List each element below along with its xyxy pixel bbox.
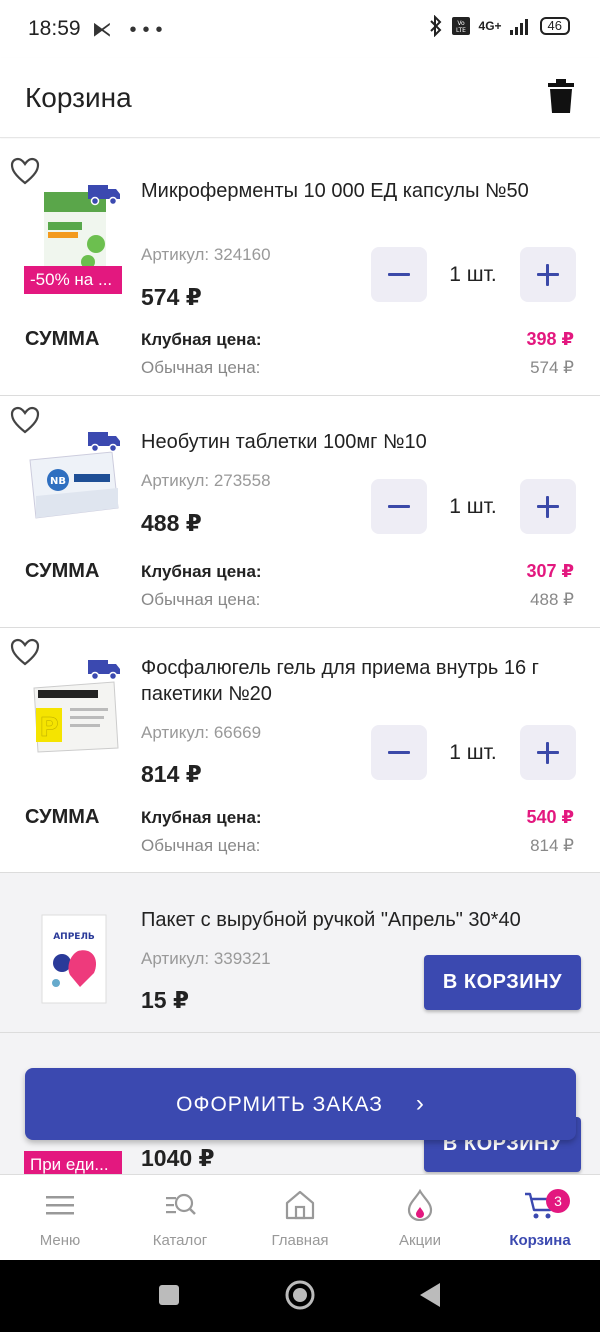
regular-price: 814 ₽ bbox=[530, 836, 574, 855]
recent-apps-icon[interactable] bbox=[158, 1284, 180, 1306]
nav-label: Меню bbox=[39, 1232, 81, 1249]
product-sku: Артикул: 339321 bbox=[141, 949, 271, 968]
quantity-value: 1 шт. bbox=[449, 495, 497, 518]
sum-label: СУММА bbox=[25, 328, 100, 350]
system-nav-bar bbox=[0, 1260, 600, 1332]
quantity-minus-button[interactable] bbox=[371, 247, 427, 302]
product-title[interactable]: Микроферменты 10 000 ЕД капсулы №50 bbox=[141, 178, 561, 204]
bottom-nav: Меню Каталог Главная Акции 3 Корзина bbox=[0, 1174, 600, 1260]
club-price-label: Клубная цена: bbox=[141, 808, 262, 827]
page-header: Корзина bbox=[0, 58, 600, 138]
nav-cart[interactable]: 3 Корзина bbox=[480, 1175, 600, 1261]
status-time: 18:59 bbox=[28, 17, 81, 40]
svg-text:P: P bbox=[39, 713, 58, 743]
product-sku: Артикул: 66669 bbox=[141, 723, 262, 742]
club-price-label: Клубная цена: bbox=[141, 330, 262, 349]
home-icon bbox=[285, 1190, 315, 1220]
regular-price-label: Обычная цена: bbox=[141, 358, 261, 377]
nav-label: Главная bbox=[271, 1232, 329, 1249]
quantity-plus-button[interactable] bbox=[520, 725, 576, 780]
product-title[interactable]: Пакет с вырубной ручкой "Апрель" 30*40 bbox=[141, 907, 561, 933]
product-price: 15 ₽ bbox=[141, 987, 189, 1013]
quantity-value: 1 шт. bbox=[449, 263, 497, 286]
quantity-minus-button[interactable] bbox=[371, 479, 427, 534]
product-sku: Артикул: 273558 bbox=[141, 471, 271, 490]
regular-price-label: Обычная цена: bbox=[141, 590, 261, 609]
page-title: Корзина bbox=[25, 82, 132, 113]
sum-label: СУММА bbox=[25, 560, 100, 582]
quantity-plus-button[interactable] bbox=[520, 479, 576, 534]
checkout-button[interactable]: ОФОРМИТЬ ЗАКАЗ › bbox=[25, 1068, 576, 1140]
status-bar: 18:59 ⧔ ••• Vo LTE 4G+ 46 bbox=[0, 0, 600, 58]
cart-count-badge: 3 bbox=[546, 1189, 570, 1213]
favorite-heart-icon[interactable] bbox=[10, 406, 40, 434]
volte-icon: VoLTE bbox=[451, 17, 470, 35]
nav-label: Корзина bbox=[509, 1232, 571, 1249]
quantity-plus-button[interactable] bbox=[520, 247, 576, 302]
catalog-search-icon bbox=[166, 1193, 196, 1215]
back-icon[interactable] bbox=[418, 1282, 442, 1308]
battery-icon: 46 bbox=[539, 17, 570, 35]
favorite-heart-icon[interactable] bbox=[10, 638, 40, 666]
nav-catalog[interactable]: Каталог bbox=[120, 1175, 240, 1261]
cart-item: P Фосфалюгель гель для приема внутрь 16 … bbox=[0, 628, 600, 873]
nav-promo[interactable]: Акции bbox=[360, 1175, 480, 1261]
product-title[interactable]: Фосфалюгель гель для приема внутрь 16 г … bbox=[141, 655, 561, 707]
club-price: 540 ₽ bbox=[526, 807, 574, 827]
club-price: 398 ₽ bbox=[526, 329, 574, 349]
trash-icon[interactable] bbox=[546, 78, 576, 114]
svg-text:Vo: Vo bbox=[457, 20, 465, 27]
promo-drop-icon bbox=[407, 1189, 433, 1221]
svg-text:LTE: LTE bbox=[456, 27, 466, 34]
status-right: Vo LTE 4G+ 46 bbox=[429, 15, 570, 37]
product-image: АПРЕЛЬ bbox=[41, 914, 107, 1004]
checkout-label: ОФОРМИТЬ ЗАКАЗ bbox=[176, 1093, 383, 1116]
club-price: 307 ₽ bbox=[526, 561, 574, 581]
svg-text:NB: NB bbox=[50, 476, 66, 487]
notification-icons: ⧔ ••• bbox=[92, 19, 169, 41]
chevron-right-icon: › bbox=[415, 1090, 425, 1117]
quantity-value: 1 шт. bbox=[449, 741, 497, 764]
suggested-item: АПРЕЛЬ Пакет с вырубной ручкой "Апрель" … bbox=[0, 873, 600, 1033]
network-type: 4G+ bbox=[478, 19, 502, 33]
menu-icon bbox=[46, 1196, 74, 1215]
regular-price: 488 ₽ bbox=[530, 590, 574, 609]
product-sku: Артикул: 324160 bbox=[141, 245, 271, 264]
delivery-truck-icon bbox=[88, 432, 120, 453]
delivery-truck-icon bbox=[88, 660, 120, 681]
home-button-icon[interactable] bbox=[284, 1279, 316, 1311]
nav-label: Акции bbox=[399, 1232, 441, 1249]
add-to-cart-button[interactable]: В КОРЗИНУ bbox=[424, 955, 581, 1010]
nav-menu[interactable]: Меню bbox=[0, 1175, 120, 1261]
promo-badge: -50% на ... bbox=[24, 266, 122, 294]
bluetooth-icon bbox=[429, 15, 441, 37]
signal-icon bbox=[509, 19, 528, 35]
svg-text:АПРЕЛЬ: АПРЕЛЬ bbox=[53, 932, 95, 942]
product-price: 814 ₽ bbox=[141, 761, 202, 787]
product-price: 1040 ₽ bbox=[141, 1145, 215, 1171]
club-price-label: Клубная цена: bbox=[141, 562, 262, 581]
favorite-heart-icon[interactable] bbox=[10, 157, 40, 185]
delivery-truck-icon bbox=[88, 185, 120, 206]
regular-price-label: Обычная цена: bbox=[141, 836, 261, 855]
product-title[interactable]: Необутин таблетки 100мг №10 bbox=[141, 429, 561, 455]
nav-home[interactable]: Главная bbox=[240, 1175, 360, 1261]
nav-label: Каталог bbox=[152, 1232, 208, 1249]
product-price: 574 ₽ bbox=[141, 284, 202, 310]
cart-item: NB Необутин таблетки 100мг №10 Артикул: … bbox=[0, 396, 600, 628]
quantity-minus-button[interactable] bbox=[371, 725, 427, 780]
regular-price: 574 ₽ bbox=[530, 358, 574, 377]
cart-item: -50% на ... Микроферменты 10 000 ЕД капс… bbox=[0, 139, 600, 396]
product-image: P bbox=[33, 681, 119, 753]
sum-label: СУММА bbox=[25, 806, 100, 828]
product-price: 488 ₽ bbox=[141, 510, 202, 536]
